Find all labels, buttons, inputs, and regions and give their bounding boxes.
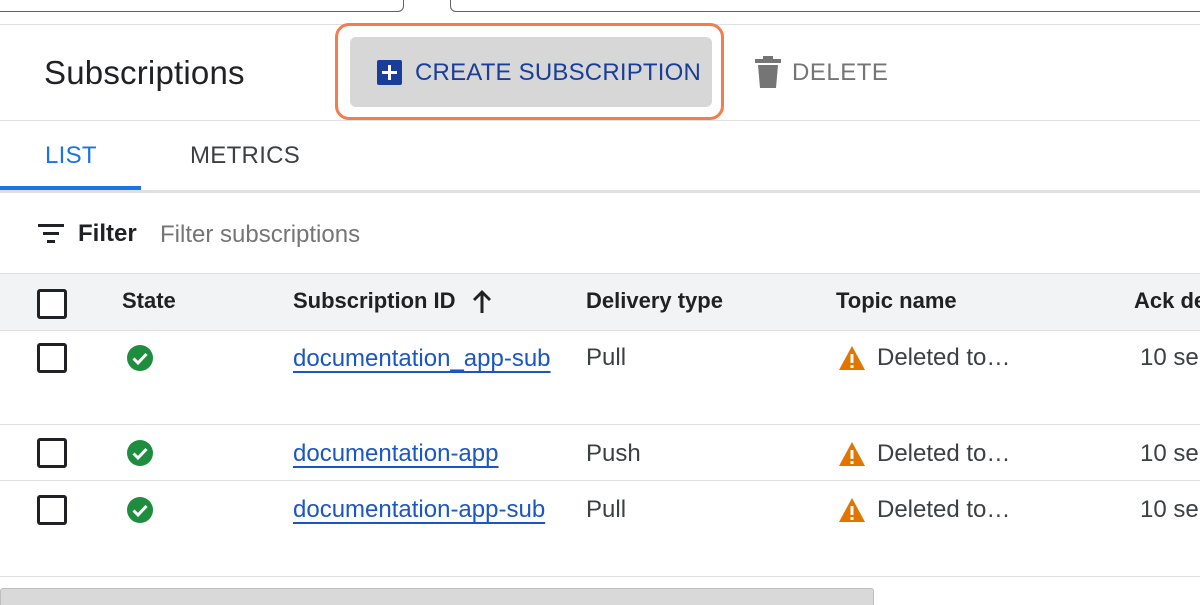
column-header-ack-deadline[interactable]: Ack de [1134,288,1200,314]
check-circle-icon [127,345,153,371]
check-circle-icon [127,440,153,466]
row-checkbox[interactable] [37,495,67,525]
column-header-delivery-type[interactable]: Delivery type [586,288,723,314]
tab-metrics[interactable]: METRICS [190,142,300,170]
page-title: Subscriptions [44,54,245,91]
row-divider [0,424,1200,425]
tab-list[interactable]: LIST [45,142,97,170]
column-header-state[interactable]: State [122,288,176,314]
row-checkbox[interactable] [37,343,67,373]
create-subscription-label: CREATE SUBSCRIPTION [415,59,702,86]
top-left-input-edge[interactable] [0,0,404,12]
column-header-subscription-id[interactable]: Subscription ID [293,288,456,314]
ack-deadline: 10 se [1140,496,1199,523]
ack-deadline: 10 se [1140,344,1199,371]
check-circle-icon [127,497,153,523]
arrow-up-icon[interactable] [470,288,494,314]
subscription-link[interactable]: documentation-app-sub [293,490,553,529]
column-header-topic-name[interactable]: Topic name [836,288,957,314]
topic-name[interactable]: Deleted to… [877,496,1010,524]
subscription-link[interactable]: documentation-app [293,434,553,473]
delivery-type: Pull [586,344,627,371]
tabs-divider [0,190,1200,193]
top-right-input-edge[interactable] [450,0,1200,12]
row-divider [0,576,1200,577]
warning-triangle-icon [839,498,865,522]
delete-button[interactable]: DELETE [755,56,895,90]
warning-triangle-icon [839,346,865,370]
delivery-type: Pull [586,496,627,523]
subscription-link[interactable]: documentation_app-sub [293,339,553,378]
warning-triangle-icon [839,442,865,466]
filter-label: Filter [78,220,137,247]
select-all-checkbox[interactable] [37,289,67,319]
filter-lines-icon[interactable] [38,224,64,244]
delivery-type: Push [586,440,641,467]
topic-name[interactable]: Deleted to… [877,440,1010,468]
filter-input[interactable] [160,218,760,252]
topic-name[interactable]: Deleted to… [877,344,1010,372]
delete-label: DELETE [792,59,889,86]
row-checkbox[interactable] [37,438,67,468]
ack-deadline: 10 se [1140,440,1199,467]
create-subscription-button[interactable]: CREATE SUBSCRIPTION [350,37,712,107]
row-divider [0,480,1200,481]
horizontal-scrollbar[interactable] [0,588,874,605]
plus-box-icon [377,60,402,85]
trash-icon [755,56,781,88]
header-divider [0,120,1200,121]
